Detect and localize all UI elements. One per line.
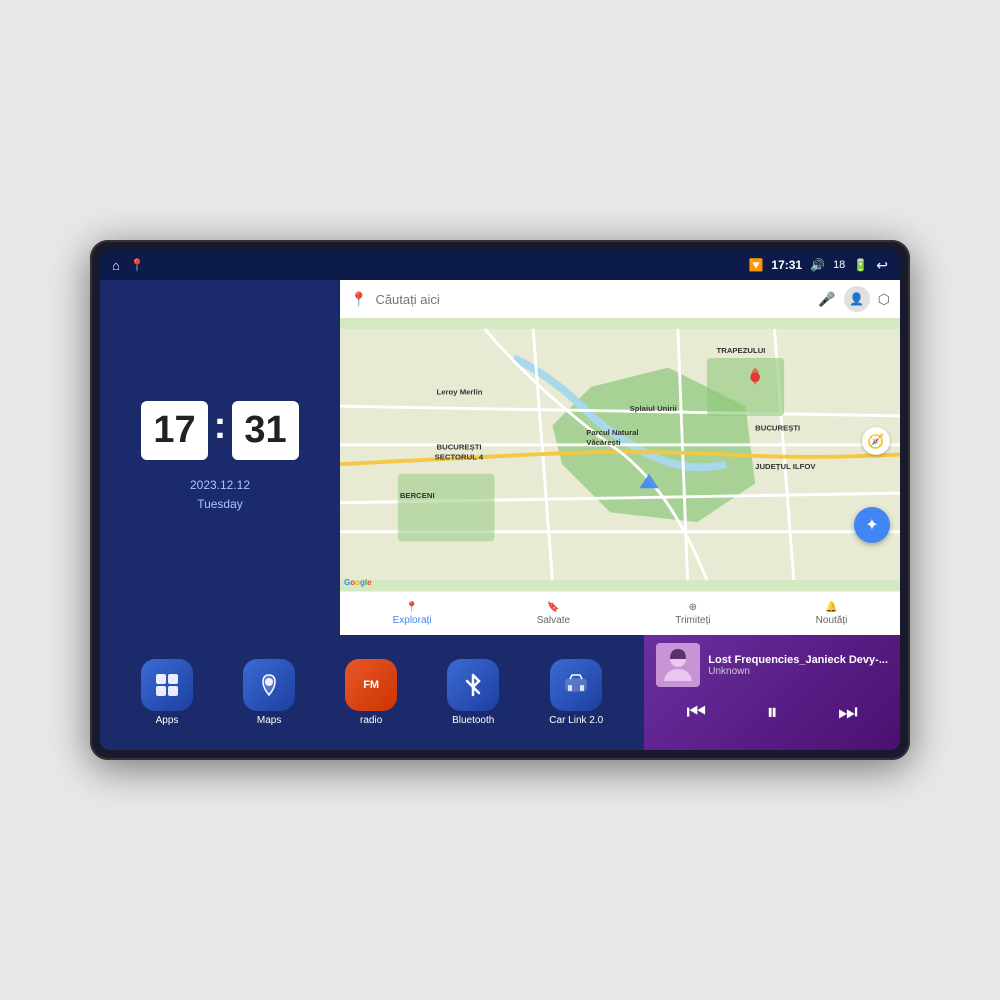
apps-icon bbox=[141, 659, 193, 711]
music-title: Lost Frequencies_Janieck Devy-... bbox=[708, 654, 888, 666]
svg-text:Leroy Merlin: Leroy Merlin bbox=[437, 388, 483, 397]
explorati-icon: 📍 bbox=[406, 602, 418, 613]
map-search-actions: 🎤 👤 ⬡ bbox=[818, 286, 890, 312]
navigation-button[interactable]: ✦ bbox=[854, 507, 890, 543]
map-bottom-bar: 📍 Explorați 🔖 Salvate ⊕ Trimiteți 🔔 Nout… bbox=[340, 591, 900, 635]
app-item-apps[interactable]: Apps bbox=[141, 659, 193, 726]
date-value: 2023.12.12 bbox=[190, 476, 250, 495]
svg-text:Parcul Natural: Parcul Natural bbox=[586, 428, 638, 437]
clock-minutes: 31 bbox=[232, 401, 298, 460]
back-icon[interactable]: ↩ bbox=[876, 257, 888, 274]
app-item-bluetooth[interactable]: Bluetooth bbox=[447, 659, 499, 726]
map-area[interactable]: TRAPEZULUI BUCUREȘTI JUDEȚUL ILFOV Parcu… bbox=[340, 318, 900, 591]
compass-button[interactable]: 🧭 bbox=[862, 427, 890, 455]
app-item-maps[interactable]: Maps bbox=[243, 659, 295, 726]
app-label-bluetooth: Bluetooth bbox=[452, 715, 494, 726]
clock-colon: : bbox=[214, 405, 227, 448]
svg-text:BUCUREȘTI: BUCUREȘTI bbox=[755, 423, 800, 432]
music-player: Lost Frequencies_Janieck Devy-... Unknow… bbox=[644, 635, 900, 750]
svg-text:Splaiul Unirii: Splaiul Unirii bbox=[630, 404, 677, 413]
volume-level: 18 bbox=[833, 259, 845, 271]
bottom-section: Apps Maps FM bbox=[100, 635, 900, 750]
status-bar-left: ⌂ 📍 bbox=[112, 258, 145, 273]
car-display-device: ⌂ 📍 🔽 17:31 🔊 18 🔋 ↩ 17 : 31 bbox=[90, 240, 910, 760]
battery-icon: 🔋 bbox=[853, 258, 868, 272]
play-pause-button[interactable]: ⏸ bbox=[757, 695, 788, 729]
svg-text:JUDEȚUL ILFOV: JUDEȚUL ILFOV bbox=[755, 462, 816, 471]
app-label-carlink: Car Link 2.0 bbox=[549, 715, 603, 726]
svg-text:BUCUREȘTI: BUCUREȘTI bbox=[437, 443, 482, 452]
mic-icon[interactable]: 🎤 bbox=[818, 291, 835, 308]
apps-dock: Apps Maps FM bbox=[100, 635, 644, 750]
maps-app-icon bbox=[243, 659, 295, 711]
clock-hours: 17 bbox=[141, 401, 207, 460]
music-text: Lost Frequencies_Janieck Devy-... Unknow… bbox=[708, 654, 888, 677]
day-value: Tuesday bbox=[190, 495, 250, 514]
salvate-icon: 🔖 bbox=[547, 602, 559, 613]
album-art-face bbox=[656, 643, 700, 687]
tab-explorati[interactable]: 📍 Explorați bbox=[393, 602, 432, 626]
signal-icon: 🔽 bbox=[748, 258, 763, 272]
user-avatar[interactable]: 👤 bbox=[844, 286, 870, 312]
status-bar: ⌂ 📍 🔽 17:31 🔊 18 🔋 ↩ bbox=[100, 250, 900, 280]
bluetooth-app-icon bbox=[447, 659, 499, 711]
music-info: Lost Frequencies_Janieck Devy-... Unknow… bbox=[656, 643, 888, 687]
maps-pin-icon[interactable]: 📍 bbox=[130, 258, 145, 272]
map-container: TRAPEZULUI BUCUREȘTI JUDEȚUL ILFOV Parcu… bbox=[340, 318, 900, 591]
main-content: 17 : 31 2023.12.12 Tuesday 📍 🎤 bbox=[100, 280, 900, 635]
screen: ⌂ 📍 🔽 17:31 🔊 18 🔋 ↩ 17 : 31 bbox=[100, 250, 900, 750]
svg-text:SECTORUL 4: SECTORUL 4 bbox=[435, 452, 484, 461]
tab-salvate[interactable]: 🔖 Salvate bbox=[537, 602, 570, 626]
noutati-icon: 🔔 bbox=[825, 602, 837, 613]
app-label-apps: Apps bbox=[156, 715, 179, 726]
map-search-bar: 📍 🎤 👤 ⬡ bbox=[340, 280, 900, 318]
svg-text:Văcărești: Văcărești bbox=[586, 438, 620, 447]
status-bar-right: 🔽 17:31 🔊 18 🔋 ↩ bbox=[748, 257, 888, 274]
trimiteti-icon: ⊕ bbox=[689, 602, 697, 613]
next-button[interactable]: ⏭ bbox=[828, 695, 868, 729]
tab-noutati[interactable]: 🔔 Noutăți bbox=[816, 602, 848, 626]
time-display: 17:31 bbox=[771, 258, 802, 272]
app-label-maps: Maps bbox=[257, 715, 281, 726]
clock-display: 17 : 31 bbox=[141, 401, 298, 460]
album-art bbox=[656, 643, 700, 687]
radio-app-icon: FM bbox=[345, 659, 397, 711]
svg-text:BERCENI: BERCENI bbox=[400, 491, 435, 500]
app-item-radio[interactable]: FM radio bbox=[345, 659, 397, 726]
music-artist: Unknown bbox=[708, 666, 888, 677]
tab-trimiteti[interactable]: ⊕ Trimiteți bbox=[675, 602, 710, 626]
app-item-carlink[interactable]: Car Link 2.0 bbox=[549, 659, 603, 726]
search-input[interactable] bbox=[375, 292, 810, 307]
clock-panel: 17 : 31 2023.12.12 Tuesday bbox=[100, 280, 340, 635]
app-label-radio: radio bbox=[360, 715, 382, 726]
google-logo: Google bbox=[344, 578, 372, 587]
home-icon[interactable]: ⌂ bbox=[112, 258, 120, 273]
svg-text:TRAPEZULUI: TRAPEZULUI bbox=[717, 346, 766, 355]
volume-icon: 🔊 bbox=[810, 258, 825, 272]
prev-button[interactable]: ⏮ bbox=[676, 695, 716, 729]
date-display: 2023.12.12 Tuesday bbox=[190, 476, 250, 514]
music-controls: ⏮ ⏸ ⏭ bbox=[656, 695, 888, 729]
layers-icon[interactable]: ⬡ bbox=[878, 291, 890, 308]
map-panel: 📍 🎤 👤 ⬡ bbox=[340, 280, 900, 635]
maps-search-icon: 📍 bbox=[350, 291, 367, 308]
carlink-app-icon bbox=[550, 659, 602, 711]
